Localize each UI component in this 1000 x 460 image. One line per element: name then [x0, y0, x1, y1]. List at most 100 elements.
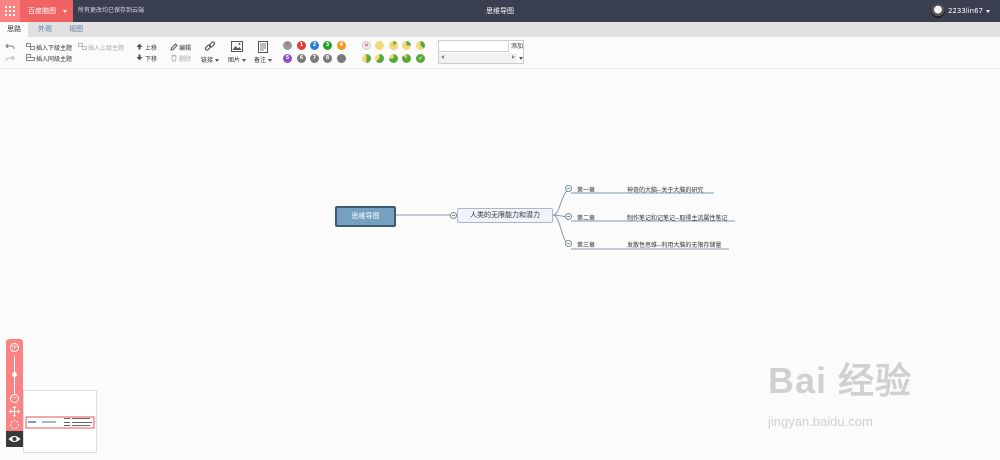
chapter-2-node[interactable]: 第二章	[577, 213, 595, 222]
priority-clear-button[interactable]: ✕	[283, 41, 292, 50]
zoom-control: + −	[6, 339, 23, 447]
link-icon	[204, 41, 216, 51]
collapse-icon[interactable]	[450, 212, 457, 219]
move-up-button[interactable]: 上移	[145, 43, 157, 52]
chevron-down-icon	[268, 59, 273, 62]
chevron-down-icon	[215, 59, 220, 62]
toolbar: 插入下级主题 插入上级主题 插入同级主题 上移 下移 编辑 删除 链接 图片 备…	[0, 37, 1000, 69]
collapse-icon[interactable]	[565, 240, 572, 247]
username: 2233lin67	[947, 7, 983, 15]
watermark-text: Bai 经验	[768, 360, 913, 401]
chapter-2-desc-node[interactable]: 制作笔记和记笔记--取得主流属性笔记	[627, 213, 727, 222]
redo-icon[interactable]	[5, 54, 15, 62]
chevron-left-icon	[441, 55, 444, 59]
minimap-preview	[25, 416, 95, 429]
arrow-up-icon	[136, 43, 143, 50]
chevron-right-icon	[512, 55, 515, 59]
collapse-icon[interactable]	[565, 213, 572, 220]
collapse-icon[interactable]	[565, 185, 572, 192]
close-icon: ✕	[363, 42, 370, 49]
priority-2-button[interactable]: 2	[310, 41, 319, 50]
move-down-button[interactable]: 下移	[145, 54, 157, 63]
chevron-down-icon[interactable]	[519, 57, 523, 60]
main-topic-node[interactable]: 人类的无限能力和潜力	[457, 208, 553, 223]
insert-child-icon	[26, 43, 35, 50]
apps-grid-icon[interactable]	[0, 0, 20, 22]
tab-bar: 思路 外观 视图	[0, 22, 1000, 37]
progress-clear-button[interactable]: ✕	[362, 41, 371, 50]
locate-icon[interactable]	[9, 419, 20, 430]
priority-5-button[interactable]: 5	[283, 54, 292, 63]
note-icon	[258, 41, 268, 53]
tab-appearance[interactable]: 外观	[31, 22, 59, 37]
chapter-1-node[interactable]: 第一章	[577, 185, 595, 194]
priority-4-button[interactable]: 4	[337, 41, 346, 50]
priority-8-button[interactable]: 8	[323, 54, 332, 63]
insert-sibling-icon	[26, 54, 35, 61]
priority-7-button[interactable]: 7	[310, 54, 319, 63]
image-button[interactable]: 图片	[228, 55, 247, 64]
priority-6-button[interactable]: 6	[297, 54, 306, 63]
progress-2-icon[interactable]	[402, 41, 411, 50]
trash-icon	[171, 54, 177, 62]
delete-button[interactable]: 删除	[179, 54, 191, 63]
move-icon[interactable]	[9, 406, 20, 417]
watermark-url: jingyan.baidu.com	[768, 414, 873, 429]
root-node[interactable]: 思维导图	[335, 206, 396, 227]
brand-label: 百度脑图	[28, 7, 56, 15]
baidu-watermark: Bai 经验 jingyan.baidu.com	[768, 352, 913, 429]
check-icon: ✓	[417, 55, 424, 62]
link-label: 链接	[201, 57, 214, 64]
chevron-down-icon	[63, 10, 67, 13]
avatar	[930, 4, 945, 18]
chapter-3-desc-node[interactable]: 发散性思维--利用大脑的无限存储量	[627, 240, 721, 249]
progress-0-icon[interactable]	[375, 41, 384, 50]
tag-combo: 添加	[438, 40, 524, 64]
tab-view[interactable]: 视图	[62, 22, 90, 37]
brand-menu-button[interactable]: 百度脑图	[20, 0, 73, 22]
arrow-down-icon	[136, 54, 143, 61]
add-tag-button[interactable]: 添加	[510, 41, 523, 52]
image-icon	[231, 41, 243, 52]
zoom-slider-handle[interactable]	[12, 372, 17, 377]
progress-7-icon[interactable]	[402, 54, 411, 63]
note-label: 备注	[254, 57, 267, 64]
zoom-in-button[interactable]: +	[10, 343, 19, 352]
app-window: 百度脑图 所有更改均已保存到云端 思维导图 2233lin67 思路 外观 视图…	[0, 0, 1000, 460]
progress-done-icon[interactable]: ✓	[416, 54, 425, 63]
link-button[interactable]: 链接	[201, 55, 220, 64]
priority-9-button[interactable]	[337, 54, 346, 63]
edit-button[interactable]: 编辑	[179, 43, 191, 52]
user-menu[interactable]: 2233lin67	[930, 0, 990, 22]
tag-scrollbar[interactable]	[439, 53, 517, 63]
close-icon: ✕	[285, 42, 290, 48]
zoom-out-button[interactable]: −	[10, 394, 19, 403]
progress-3-icon[interactable]	[416, 41, 425, 50]
chevron-down-icon	[242, 59, 247, 62]
document-title: 思维导图	[486, 7, 514, 15]
tab-idea[interactable]: 思路	[0, 22, 28, 37]
minimap-toggle-button[interactable]	[6, 431, 23, 447]
insert-sibling-button[interactable]: 插入同级主题	[36, 54, 72, 63]
progress-6-icon[interactable]	[389, 54, 398, 63]
progress-4-icon[interactable]	[362, 54, 371, 63]
tag-input[interactable]	[439, 41, 509, 52]
edit-icon	[170, 43, 178, 51]
progress-5-icon[interactable]	[375, 54, 384, 63]
insert-child-button[interactable]: 插入下级主题	[36, 43, 72, 52]
minimap[interactable]	[23, 390, 97, 453]
note-button[interactable]: 备注	[254, 55, 273, 64]
priority-1-button[interactable]: 1	[297, 41, 306, 50]
chapter-3-node[interactable]: 第三章	[577, 240, 595, 249]
save-status: 所有更改均已保存到云端	[78, 7, 145, 14]
chevron-down-icon	[986, 9, 990, 13]
insert-parent-button[interactable]: 插入上级主题	[88, 43, 124, 52]
eye-icon	[8, 436, 21, 442]
top-bar: 百度脑图 所有更改均已保存到云端 思维导图 2233lin67	[0, 0, 1000, 22]
undo-icon[interactable]	[5, 42, 15, 50]
insert-parent-icon	[78, 43, 87, 50]
image-label: 图片	[228, 57, 241, 64]
progress-1-icon[interactable]	[389, 41, 398, 50]
priority-3-button[interactable]: 3	[323, 41, 332, 50]
chapter-1-desc-node[interactable]: 神奇的大脑--关于大脑的研究	[627, 185, 703, 194]
